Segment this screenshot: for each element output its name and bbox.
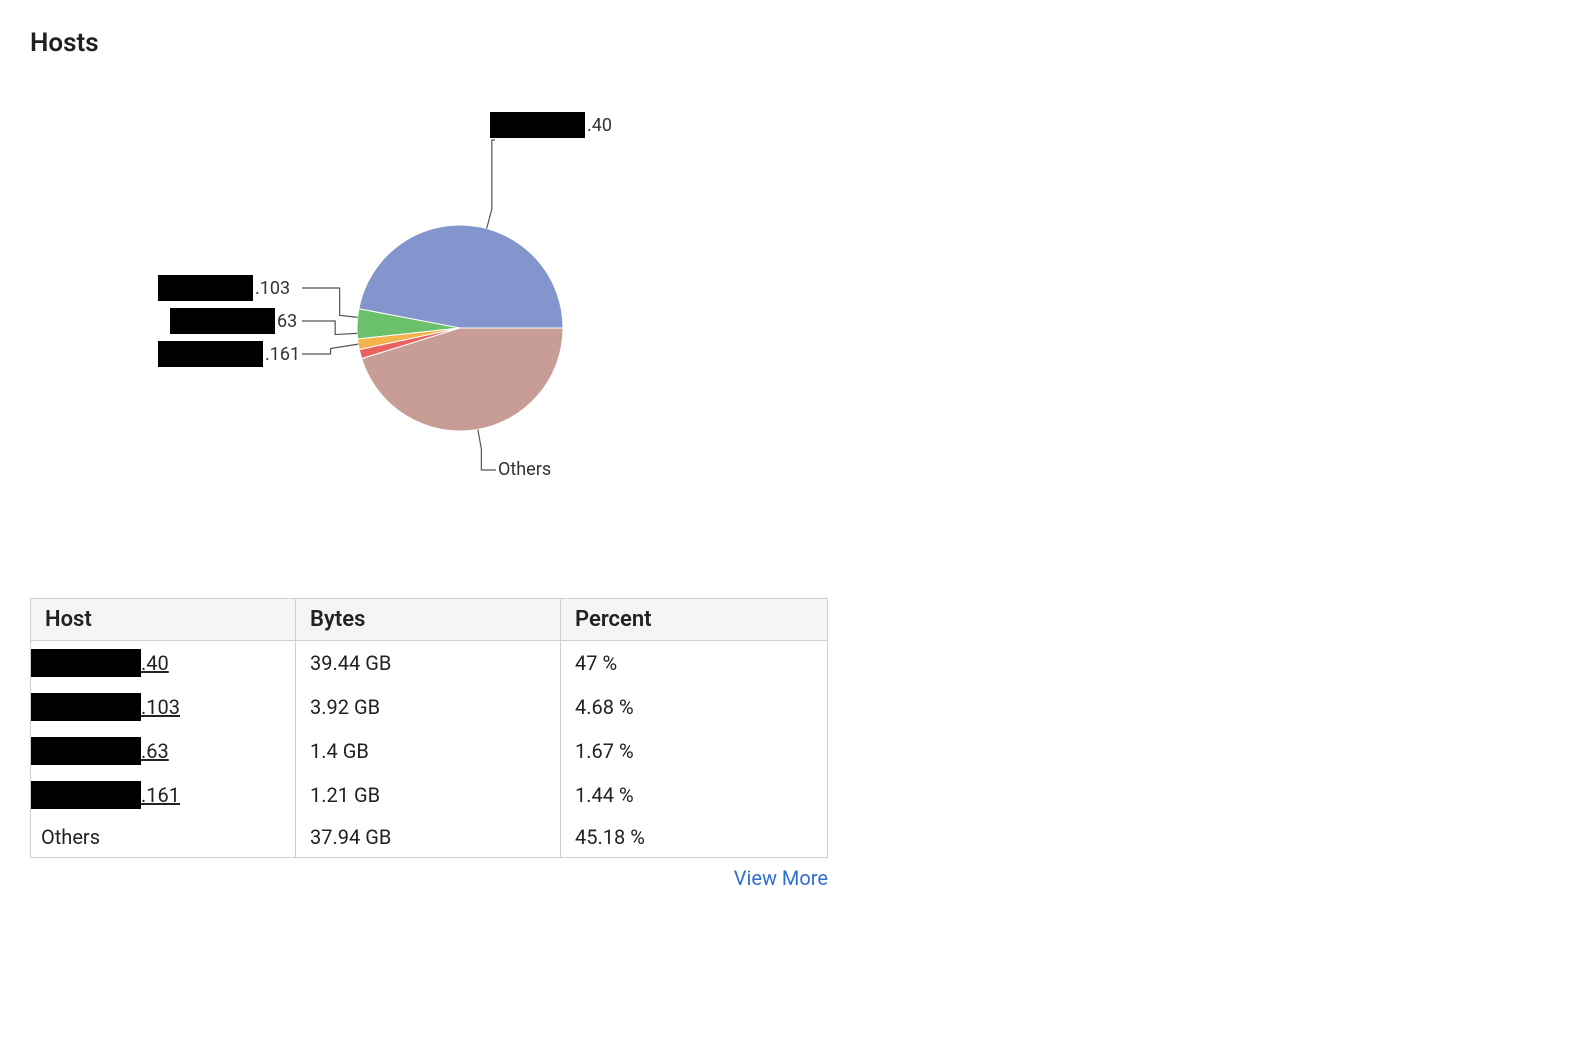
cell-percent: 1.44 %	[561, 773, 828, 817]
table-row: .63 1.4 GB 1.67 %	[31, 729, 828, 773]
table-row: .103 3.92 GB 4.68 %	[31, 685, 828, 729]
col-host: Host	[31, 599, 296, 641]
table-row: .161 1.21 GB 1.44 %	[31, 773, 828, 817]
view-more-link[interactable]: View More	[734, 866, 828, 890]
callout-suffix: .40	[587, 115, 612, 136]
callout-host-103: .103	[158, 275, 290, 301]
section-title: Hosts	[30, 28, 1543, 58]
callout-suffix: .103	[255, 278, 290, 299]
callout-suffix: .161	[265, 344, 300, 365]
table-row: .40 39.44 GB 47 %	[31, 641, 828, 686]
cell-percent: 1.67 %	[561, 729, 828, 773]
cell-bytes: 1.4 GB	[296, 729, 561, 773]
cell-percent: 4.68 %	[561, 685, 828, 729]
hosts-pie-chart: .40 .103 63 .161 Others	[30, 118, 830, 538]
cell-percent: 45.18 %	[561, 817, 828, 858]
redacted-ip-prefix	[158, 275, 253, 301]
cell-host[interactable]: .103	[31, 685, 296, 729]
callout-suffix: 63	[277, 311, 297, 332]
cell-bytes: 39.44 GB	[296, 641, 561, 686]
col-bytes: Bytes	[296, 599, 561, 641]
redacted-ip-prefix	[158, 341, 263, 367]
cell-host[interactable]: .161	[31, 773, 296, 817]
callout-text: Others	[498, 459, 551, 480]
cell-host[interactable]: .40	[31, 641, 296, 686]
callout-host-63: 63	[170, 308, 297, 334]
callout-others: Others	[496, 458, 551, 480]
col-percent: Percent	[561, 599, 828, 641]
cell-host-others: Others	[31, 817, 296, 858]
callout-host-161: .161	[158, 341, 300, 367]
hosts-table: Host Bytes Percent .40 39.44 GB 47 % .10…	[30, 598, 828, 858]
callout-host-40: .40	[490, 112, 612, 138]
cell-bytes: 37.94 GB	[296, 817, 561, 858]
cell-percent: 47 %	[561, 641, 828, 686]
redacted-ip-prefix	[490, 112, 585, 138]
cell-bytes: 1.21 GB	[296, 773, 561, 817]
redacted-ip-prefix	[170, 308, 275, 334]
cell-host[interactable]: .63	[31, 729, 296, 773]
view-more-wrap: View More	[30, 866, 828, 890]
pie-svg	[30, 118, 830, 538]
table-header-row: Host Bytes Percent	[31, 599, 828, 641]
table-row: Others 37.94 GB 45.18 %	[31, 817, 828, 858]
cell-bytes: 3.92 GB	[296, 685, 561, 729]
